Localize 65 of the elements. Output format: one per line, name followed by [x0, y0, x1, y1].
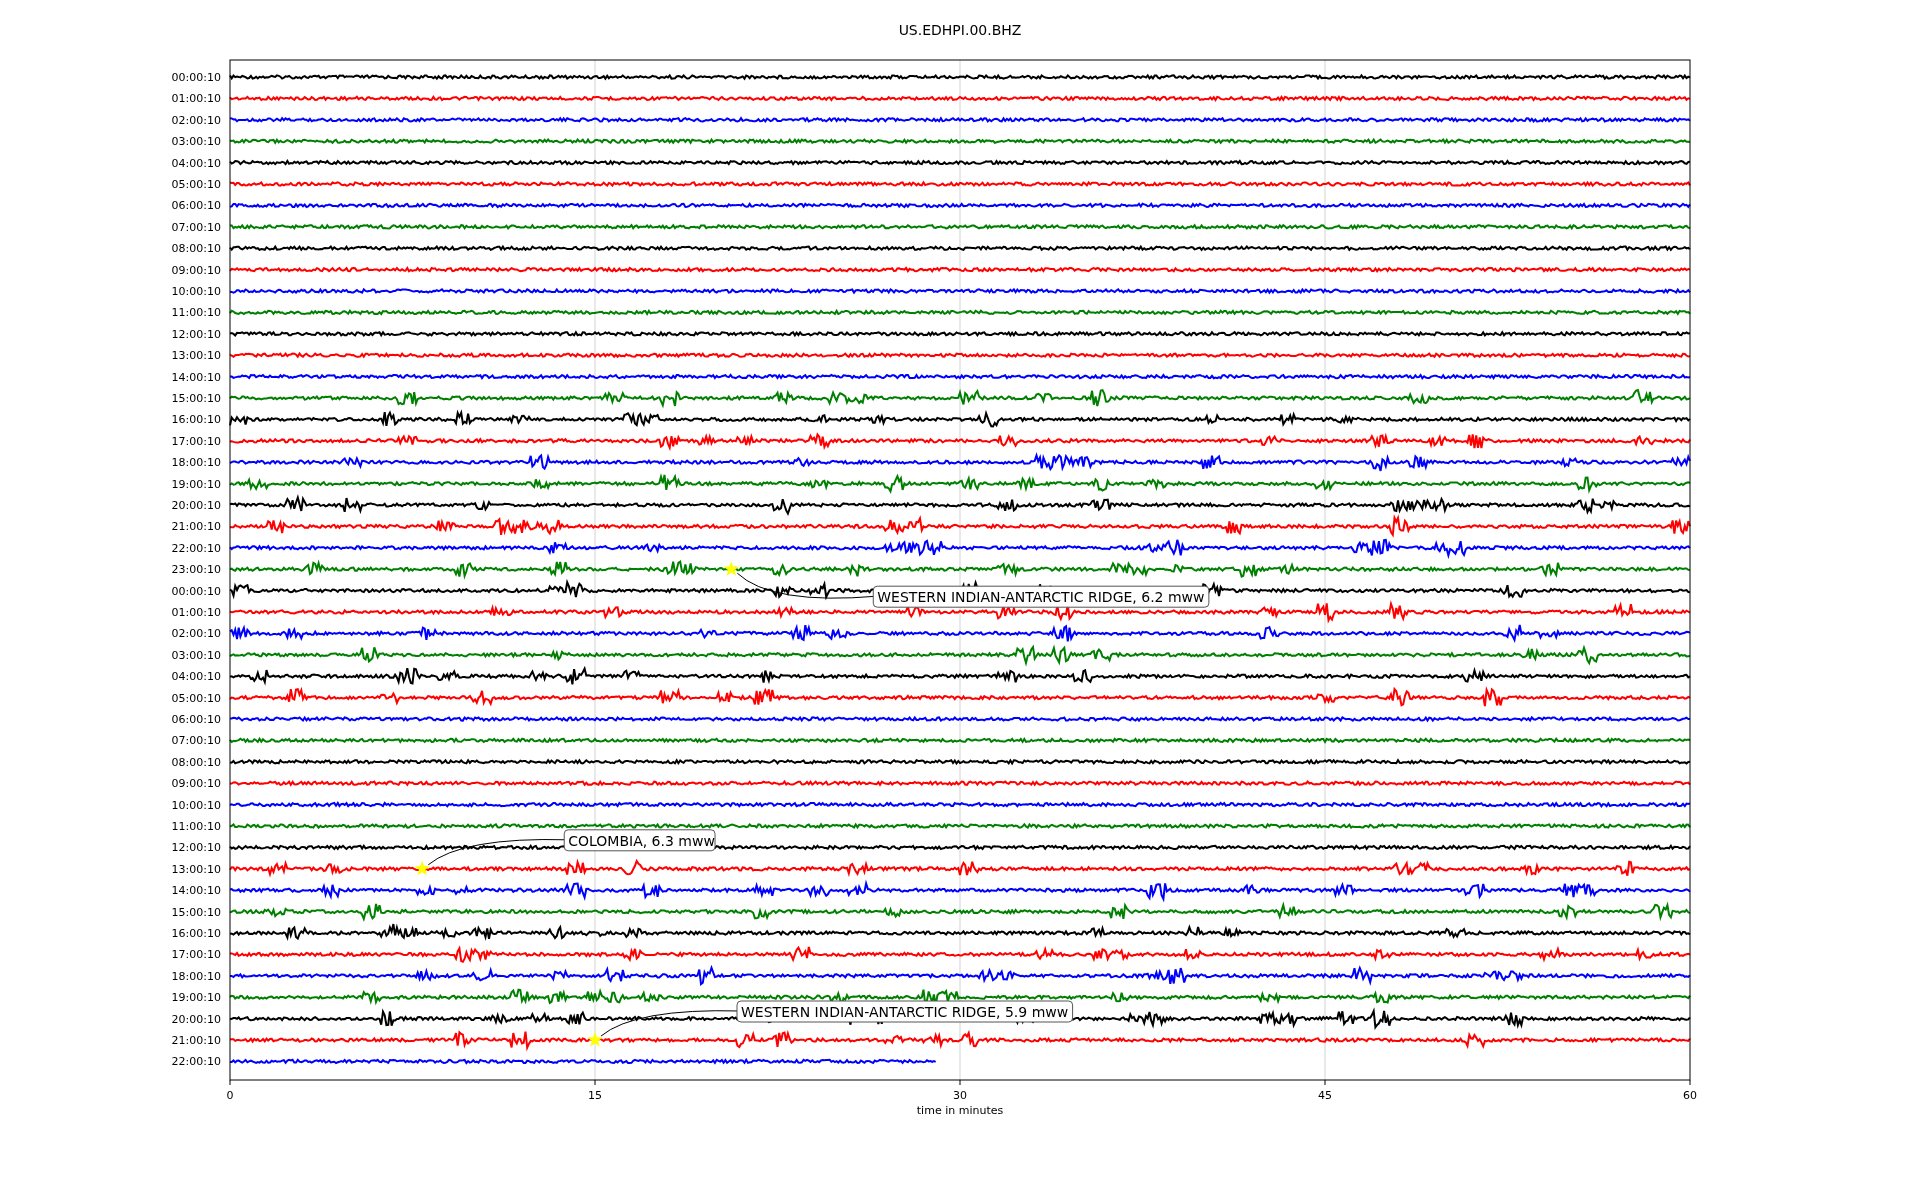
hour-label: 02:00:10	[171, 627, 221, 641]
hour-label: 08:00:10	[171, 755, 221, 769]
plot-title: US.EDHPI.00.BHZ	[898, 22, 1022, 38]
hour-label: 13:00:10	[171, 349, 221, 363]
tick-label: 45	[1318, 1089, 1332, 1102]
hour-label: 12:00:10	[171, 327, 221, 341]
hour-label: 20:00:10	[171, 1012, 221, 1026]
hour-label: 02:00:10	[171, 113, 221, 127]
tick-label: 60	[1683, 1089, 1697, 1102]
star-icon	[414, 860, 430, 876]
hour-label: 18:00:10	[171, 456, 221, 470]
tick-mark	[1324, 1079, 1326, 1086]
event-callout: WESTERN INDIAN-ANTARCTIC RIDGE, 5.9 mww	[736, 1000, 1074, 1023]
hour-label: 09:00:10	[171, 263, 221, 277]
hour-label: 15:00:10	[171, 905, 221, 919]
hour-label: 17:00:10	[171, 434, 221, 448]
hour-label: 14:00:10	[171, 884, 221, 898]
hour-label: 16:00:10	[171, 413, 221, 427]
hour-label: 11:00:10	[171, 820, 221, 833]
star-icon	[723, 561, 739, 576]
hour-label: 06:00:10	[171, 199, 221, 213]
tick-mark	[959, 1079, 961, 1086]
hour-label: 22:00:10	[171, 1055, 221, 1069]
tick-mark	[229, 1079, 231, 1086]
hour-label: 03:00:10	[171, 135, 221, 149]
hour-label: 04:00:10	[171, 156, 221, 170]
hour-label: 07:00:10	[171, 734, 221, 748]
hour-label: 01:00:10	[171, 92, 221, 106]
hour-label: 00:00:10	[171, 71, 221, 84]
hour-label: 12:00:10	[171, 841, 221, 855]
hour-label: 10:00:10	[171, 285, 221, 298]
hour-label: 19:00:10	[171, 477, 221, 491]
hour-label: 21:00:10	[171, 520, 221, 534]
hour-label: 20:00:10	[171, 499, 221, 512]
hour-label: 10:00:10	[171, 798, 221, 812]
tick-label: 0	[226, 1089, 234, 1102]
axis-label: time in minutes	[916, 1104, 1004, 1117]
tick-mark	[594, 1079, 596, 1086]
event-callout: COLOMBIA, 6.3 mww	[563, 829, 716, 852]
hour-label: 09:00:10	[171, 777, 221, 791]
hour-label: 15:00:10	[171, 392, 221, 405]
hour-label: 16:00:10	[171, 927, 221, 940]
hour-label: 23:00:10	[171, 563, 221, 577]
tick-label: 30	[953, 1089, 967, 1102]
hour-label: 00:00:10	[171, 584, 221, 598]
hour-label: 05:00:10	[171, 691, 221, 705]
hour-label: 07:00:10	[171, 220, 221, 234]
hour-label: 18:00:10	[171, 969, 221, 983]
hour-label: 21:00:10	[171, 1034, 221, 1047]
hour-label: 17:00:10	[171, 948, 221, 962]
hour-label: 01:00:10	[171, 606, 221, 619]
event-callout: WESTERN INDIAN-ANTARCTIC RIDGE, 6.2 mww	[872, 585, 1210, 608]
hour-label: 06:00:10	[171, 713, 221, 726]
hour-label: 04:00:10	[171, 670, 221, 684]
tick-mark	[1689, 1079, 1691, 1086]
star-icon	[587, 1032, 603, 1047]
hour-label: 19:00:10	[171, 991, 221, 1005]
hour-label: 22:00:10	[171, 541, 221, 555]
hour-label: 03:00:10	[171, 648, 221, 662]
hour-label: 08:00:10	[171, 242, 221, 256]
hour-label: 05:00:10	[171, 178, 221, 191]
hour-label: 13:00:10	[171, 862, 221, 876]
tick-label: 15	[588, 1089, 602, 1102]
hour-label: 14:00:10	[171, 370, 221, 384]
hour-label: 11:00:10	[171, 306, 221, 320]
